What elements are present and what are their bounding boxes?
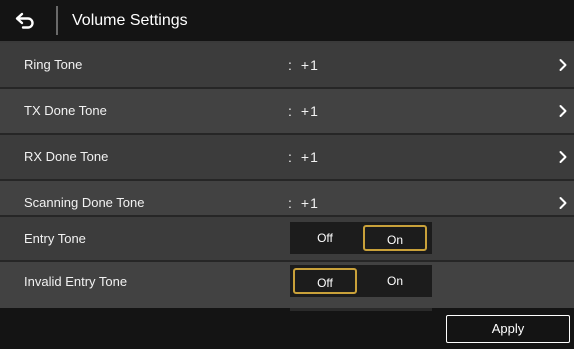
value-colon: : <box>288 57 293 73</box>
value-colon: : <box>288 195 293 211</box>
invalid-entry-tone-off-option[interactable]: Off <box>293 268 357 294</box>
ring-tone-value: : +1 <box>288 43 319 87</box>
invalid-entry-tone-row: Invalid Entry Tone Off On <box>0 262 574 308</box>
ring-tone-row[interactable]: Ring Tone : +1 <box>0 43 574 87</box>
entry-tone-off-option[interactable]: Off <box>293 225 357 251</box>
entry-tone-toggle: Off On <box>290 222 432 254</box>
tx-done-tone-value-text: +1 <box>300 103 319 119</box>
invalid-entry-tone-on-option[interactable]: On <box>363 268 427 294</box>
tx-done-tone-row[interactable]: TX Done Tone : +1 <box>0 89 574 133</box>
entry-tone-label: Entry Tone <box>24 231 86 246</box>
chevron-right-icon <box>559 105 567 117</box>
tx-done-tone-label: TX Done Tone <box>24 103 107 118</box>
header-divider <box>56 6 58 35</box>
rx-done-tone-value: : +1 <box>288 135 319 179</box>
rx-done-tone-row[interactable]: RX Done Tone : +1 <box>0 135 574 179</box>
back-arrow-icon <box>15 12 34 29</box>
invalid-entry-tone-label: Invalid Entry Tone <box>24 274 128 289</box>
rx-done-tone-value-text: +1 <box>300 149 319 165</box>
header-bar: Volume Settings <box>0 0 574 41</box>
ring-tone-label: Ring Tone <box>24 57 83 72</box>
scroll-strip <box>290 308 432 311</box>
entry-tone-row: Entry Tone Off On <box>0 217 574 260</box>
scanning-done-tone-value-text: +1 <box>300 195 319 211</box>
value-colon: : <box>288 149 293 165</box>
entry-tone-on-option[interactable]: On <box>363 225 427 251</box>
value-colon: : <box>288 103 293 119</box>
invalid-entry-tone-toggle: Off On <box>290 265 432 297</box>
chevron-right-icon <box>559 151 567 163</box>
volume-settings-screen: Volume Settings Ring Tone : +1 TX Done To… <box>0 0 574 349</box>
chevron-right-icon <box>559 197 567 209</box>
apply-button[interactable]: Apply <box>446 315 570 343</box>
page-title: Volume Settings <box>72 12 188 29</box>
back-button[interactable] <box>0 0 50 41</box>
chevron-right-icon <box>559 59 567 71</box>
ring-tone-value-text: +1 <box>300 57 319 73</box>
tx-done-tone-value: : +1 <box>288 89 319 133</box>
rx-done-tone-label: RX Done Tone <box>24 149 109 164</box>
